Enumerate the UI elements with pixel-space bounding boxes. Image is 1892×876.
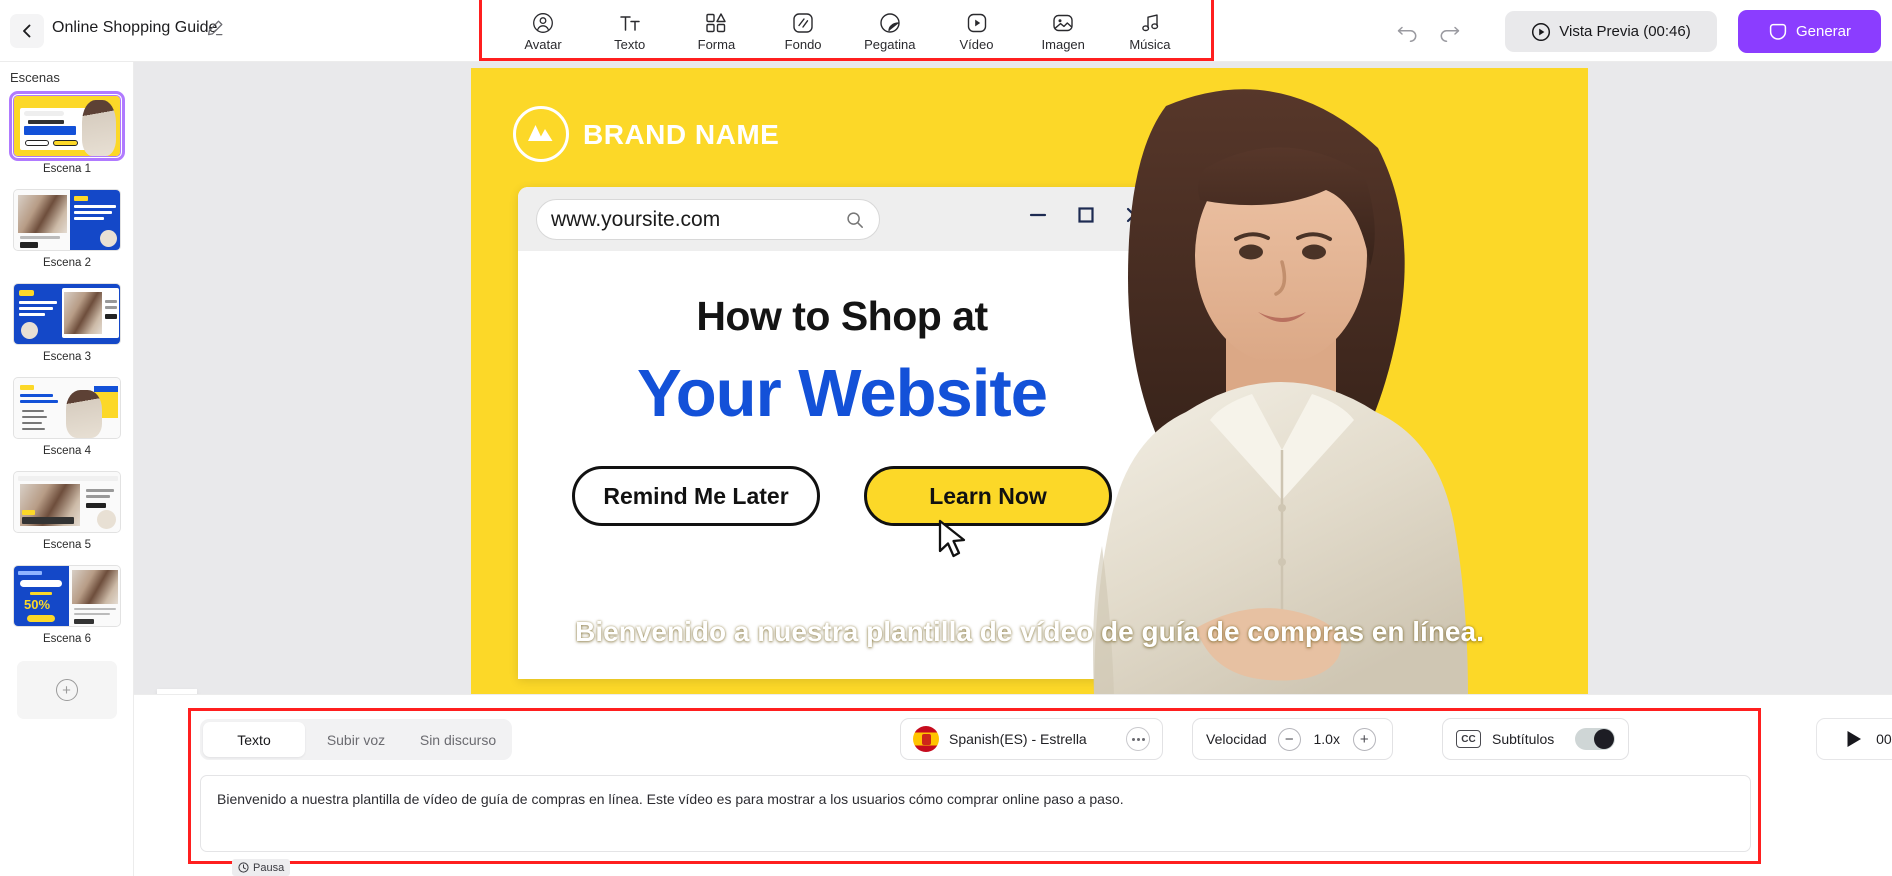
scene-item-1[interactable]: Escena 1 [0, 91, 133, 185]
speed-label: Velocidad [1206, 731, 1267, 747]
subtitles-control[interactable]: CC Subtítulos [1442, 718, 1629, 760]
toolbar-label: Pegatina [864, 36, 916, 52]
voice-name: Spanish(ES) - Estrella [949, 731, 1087, 747]
pause-marker-chip[interactable]: Pausa [232, 859, 291, 876]
toolbar-label: Música [1129, 36, 1171, 52]
tab-sin-discurso[interactable]: Sin discurso [407, 722, 509, 757]
toolbar-item-forma[interactable]: Forma [673, 7, 759, 52]
page-title: Online Shopping Guide [52, 19, 218, 36]
scene-thumbnail[interactable] [13, 377, 121, 439]
preview-button[interactable]: Vista Previa (00:46) [1505, 11, 1717, 52]
player-time: 00:00 / 00:13 [1876, 731, 1892, 747]
scene-thumbnail[interactable]: 50% [13, 565, 121, 627]
minimize-icon[interactable] [1028, 205, 1048, 225]
tab-subir-voz[interactable]: Subir voz [305, 722, 407, 757]
scene-label: Escena 6 [43, 633, 91, 645]
script-mode-tabs[interactable]: Texto Subir voz Sin discurso [200, 719, 512, 760]
player-time-control[interactable]: 00:00 / 00:13 [1816, 718, 1892, 760]
speed-value: 1.0x [1313, 731, 1340, 747]
text-tt-icon [619, 15, 640, 31]
scene-item-2[interactable]: Escena 2 [0, 185, 133, 279]
speed-increase-button[interactable]: + [1352, 727, 1376, 751]
chevron-left-icon [23, 24, 31, 38]
play-circle-icon [1532, 22, 1551, 41]
redo-button[interactable] [1436, 18, 1462, 44]
scene-thumbnail[interactable] [13, 471, 121, 533]
toolbar-label: Texto [614, 36, 646, 52]
scene-item-5[interactable]: Escena 5 [0, 467, 133, 561]
generate-button[interactable]: Generar [1738, 10, 1881, 53]
toolbar-label: Fondo [784, 36, 822, 52]
scene-thumbnail[interactable] [13, 283, 121, 345]
video-subtitle: Bienvenido a nuestra plantilla de vídeo … [575, 616, 1484, 647]
background-slash-icon [793, 12, 813, 33]
scene-item-6[interactable]: 50% Escena 6 [0, 561, 133, 655]
script-panel: Texto Subir voz Sin discurso Spanish(ES)… [134, 694, 1892, 876]
pencil-icon[interactable] [205, 18, 225, 38]
play-icon[interactable] [1845, 729, 1863, 749]
spain-flag-icon [913, 726, 939, 752]
scene-label: Escena 5 [43, 539, 91, 551]
speed-control[interactable]: Velocidad − 1.0x + [1192, 718, 1393, 760]
toolbar-item-video[interactable]: Vídeo [934, 7, 1020, 52]
url-text: www.yoursite.com [551, 207, 721, 231]
toolbar-label: Imagen [1041, 36, 1085, 52]
toolbar-label: Vídeo [959, 36, 994, 52]
sticker-icon [880, 12, 900, 33]
music-notes-icon [1142, 13, 1159, 31]
toolbar-item-avatar[interactable]: Avatar [500, 7, 586, 52]
toolbar-label: Avatar [524, 36, 562, 52]
url-bar[interactable]: www.yoursite.com [536, 199, 880, 240]
scene-label: Escena 2 [43, 257, 91, 269]
brand-name: BRAND NAME [583, 119, 780, 150]
video-stage[interactable]: BRAND NAME www.yoursite.com How to Shop … [471, 68, 1588, 696]
clock-icon [238, 862, 249, 873]
speed-decrease-button[interactable]: − [1277, 727, 1301, 751]
scene-label: Escena 4 [43, 445, 91, 457]
remind-me-later-button[interactable]: Remind Me Later [572, 466, 820, 526]
toolbar-item-texto[interactable]: Texto [587, 7, 673, 52]
scenes-sidebar[interactable]: Escenas Escena 1 Escena 2 Escena 3 Escen… [0, 62, 134, 876]
tab-texto[interactable]: Texto [203, 722, 305, 757]
scene-thumbnail[interactable] [13, 189, 121, 251]
scene-item-4[interactable]: Escena 4 [0, 373, 133, 467]
pause-label: Pausa [253, 861, 285, 874]
mountain-logo-icon [513, 106, 569, 162]
back-button[interactable] [10, 14, 44, 48]
cc-icon: CC [1456, 730, 1481, 748]
toolbar-item-pegatina[interactable]: Pegatina [847, 7, 933, 52]
sparkle-video-icon [1769, 23, 1787, 40]
top-bar: Online Shopping Guide Avatar Texto Forma… [0, 0, 1892, 62]
scene-label: Escena 1 [43, 163, 91, 175]
voice-selector[interactable]: Spanish(ES) - Estrella [900, 718, 1163, 760]
subtitles-label: Subtítulos [1492, 731, 1555, 747]
more-options-icon[interactable] [1126, 727, 1150, 751]
avatar-person-icon [533, 12, 553, 33]
toolbar-label: Forma [697, 36, 736, 52]
scene-thumbnail[interactable] [9, 91, 125, 161]
subtitles-toggle[interactable] [1575, 728, 1615, 750]
preview-label: Vista Previa (00:46) [1559, 23, 1691, 40]
script-input[interactable]: Bienvenido a nuestra plantilla de vídeo … [200, 775, 1751, 852]
scene-label: Escena 3 [43, 351, 91, 363]
toolbar-item-imagen[interactable]: Imagen [1020, 7, 1106, 52]
video-play-icon [967, 13, 986, 32]
add-scene-button[interactable]: + [16, 661, 117, 719]
toolbar-item-musica[interactable]: Música [1107, 7, 1193, 52]
video-editor-app: Online Shopping Guide Avatar Texto Forma… [0, 0, 1892, 876]
scenes-heading: Escenas [10, 70, 60, 85]
shapes-icon [706, 12, 727, 32]
toolbar-item-fondo[interactable]: Fondo [760, 7, 846, 52]
undo-button[interactable] [1395, 18, 1421, 44]
mouse-pointer-icon [938, 519, 966, 558]
canvas-area: BRAND NAME www.yoursite.com How to Shop … [134, 62, 1892, 717]
search-icon [847, 211, 863, 228]
generate-label: Generar [1795, 23, 1852, 40]
element-toolbar: Avatar Texto Forma Fondo Pegatina Vídeo … [479, 0, 1214, 61]
scene-item-3[interactable]: Escena 3 [0, 279, 133, 373]
script-text: Bienvenido a nuestra plantilla de vídeo … [217, 791, 1124, 807]
plus-circle-icon: + [55, 679, 78, 701]
avatar-presenter [1093, 89, 1468, 696]
image-picture-icon [1053, 14, 1073, 31]
